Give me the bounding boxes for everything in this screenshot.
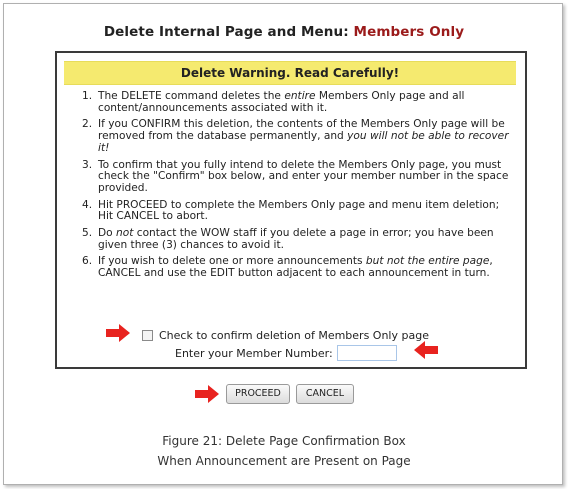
figure-caption-line-2: When Announcement are Present on Page xyxy=(157,454,411,468)
instruction-number: 5. xyxy=(82,227,93,240)
member-number-input[interactable] xyxy=(336,345,397,361)
instruction-text: Hit PROCEED to complete the Members Only… xyxy=(98,198,500,223)
instruction-item: 3. To confirm that you fully intend to de… xyxy=(82,158,510,195)
instruction-text: The DELETE command deletes the xyxy=(98,90,285,102)
page-title-page-name: Members Only xyxy=(353,24,465,40)
member-number-label: Enter your Member Number: xyxy=(175,346,333,360)
right-arrow-icon xyxy=(106,324,130,342)
cancel-button[interactable]: CANCEL xyxy=(296,384,354,404)
instruction-item: 4. Hit PROCEED to complete the Members On… xyxy=(82,198,510,223)
instruction-text: entire xyxy=(284,90,316,102)
page-title-prefix: Delete Internal Page and Menu: xyxy=(103,24,354,40)
instruction-text: To confirm that you fully intend to dele… xyxy=(98,158,509,194)
instruction-text: but not the entire page xyxy=(365,255,490,268)
instruction-number: 3. xyxy=(82,158,93,171)
confirm-checkbox-label: Check to confirm deletion of Members Onl… xyxy=(159,329,429,342)
delete-confirmation-dialog: Delete Warning. Read Carefully! 1. The DE… xyxy=(55,51,527,369)
right-arrow-icon xyxy=(195,385,219,403)
proceed-button[interactable]: PROCEED xyxy=(226,384,290,404)
instruction-number: 4. xyxy=(82,198,93,211)
instruction-text: Do xyxy=(98,227,117,240)
instruction-text: contact the WOW staff if you delete a pa… xyxy=(98,227,494,251)
instruction-item: 6. If you wish to delete one or more anno… xyxy=(82,256,510,279)
page-title: Delete Internal Page and Menu: Members O… xyxy=(0,24,568,40)
instruction-number: 1. xyxy=(82,90,93,102)
confirm-checkbox[interactable] xyxy=(142,330,153,341)
instruction-number: 6. xyxy=(82,255,93,268)
instruction-list: 1. The DELETE command deletes the entire … xyxy=(82,90,510,285)
member-number-row: Enter your Member Number: xyxy=(175,345,397,361)
instruction-text: If you wish to delete one or more announ… xyxy=(98,255,366,268)
instruction-number: 2. xyxy=(82,118,93,131)
confirm-row: Check to confirm deletion of Members Onl… xyxy=(142,329,429,342)
delete-warning-banner: Delete Warning. Read Carefully! xyxy=(64,61,516,85)
instruction-text: not xyxy=(116,227,134,240)
instruction-item: 2. If you CONFIRM this deletion, the cont… xyxy=(82,119,510,154)
figure-caption-line-1: Figure 21: Delete Page Confirmation Box xyxy=(162,434,406,448)
instruction-item: 5. Do not contact the WOW staff if you de… xyxy=(82,227,510,251)
instruction-item: 1. The DELETE command deletes the entire … xyxy=(82,90,510,114)
left-arrow-icon xyxy=(414,341,438,359)
